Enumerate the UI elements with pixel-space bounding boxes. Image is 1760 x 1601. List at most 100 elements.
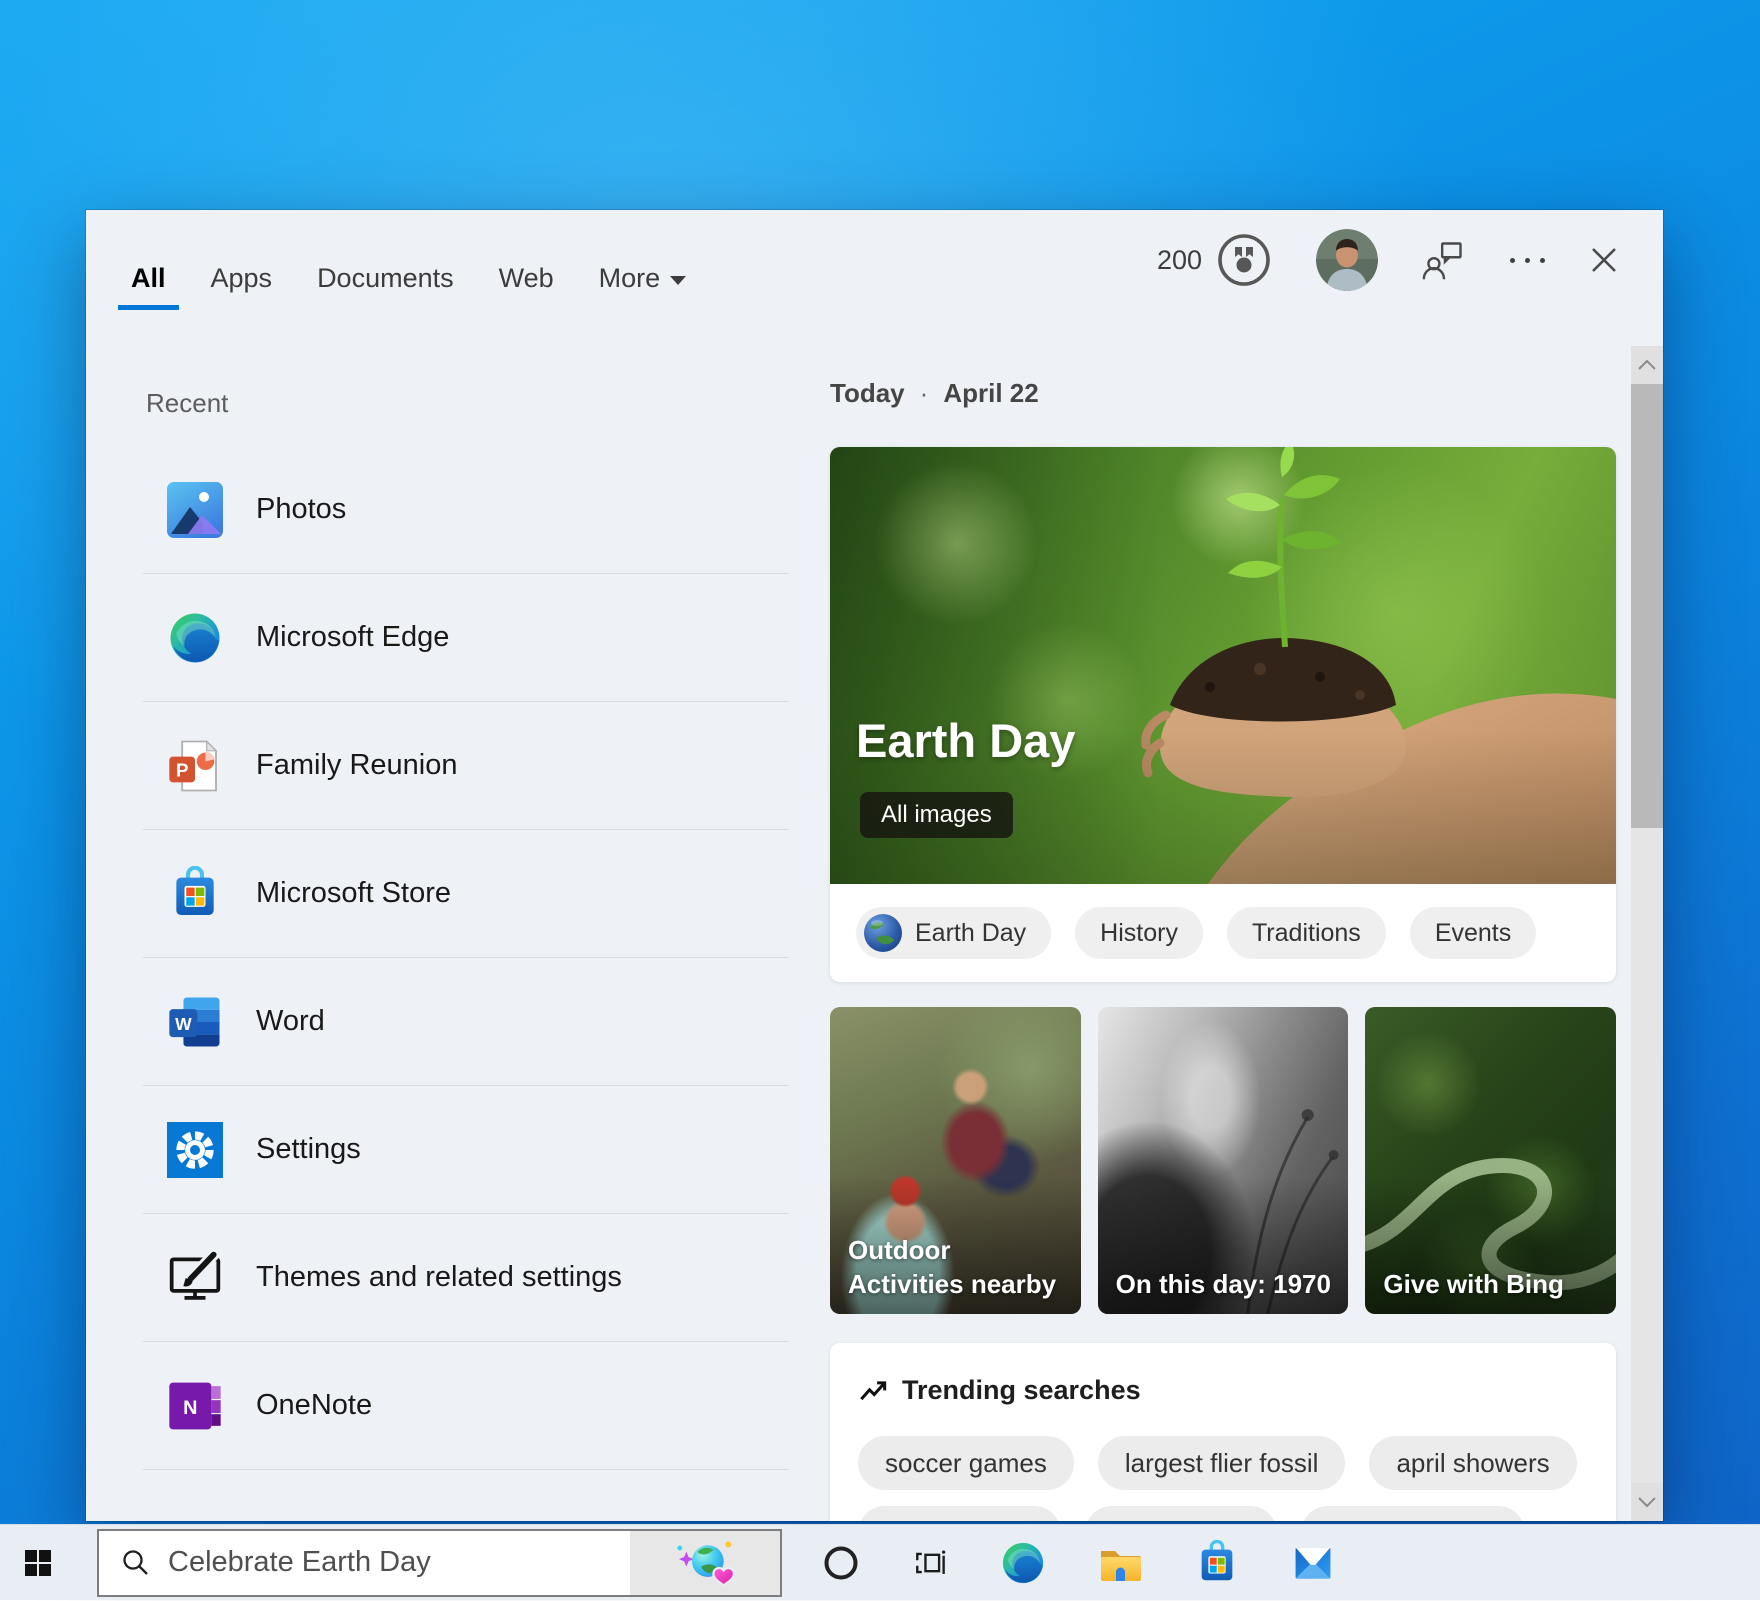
card-title: On this day: 1970 xyxy=(1116,1268,1335,1301)
chip-history[interactable]: History xyxy=(1075,907,1203,959)
all-images-button[interactable]: All images xyxy=(860,792,1013,838)
settings-gear-icon xyxy=(167,1122,223,1178)
earth-day-hero-image[interactable]: Earth Day All images xyxy=(830,447,1616,884)
globe-icon xyxy=(864,914,902,952)
chip-events[interactable]: Events xyxy=(1410,907,1536,959)
trending-pill[interactable]: earth day facts xyxy=(1301,1506,1526,1521)
feedback-icon[interactable] xyxy=(1422,238,1466,282)
cortana-icon xyxy=(822,1544,860,1582)
tab-web-label: Web xyxy=(499,263,554,294)
card-on-this-day[interactable]: On this day: 1970 xyxy=(1098,1007,1349,1314)
recent-item-settings[interactable]: Settings xyxy=(143,1086,788,1214)
taskbar: Celebrate Earth Day xyxy=(0,1524,1760,1600)
earth-day-hero-card[interactable]: Earth Day All images Earth Day History xyxy=(830,447,1616,982)
trending-header: Trending searches xyxy=(858,1375,1588,1406)
chevron-up-icon xyxy=(1637,359,1657,371)
trending-searches-card: Trending searches soccer games largest f… xyxy=(830,1343,1616,1521)
start-button[interactable] xyxy=(0,1525,76,1601)
recent-item-onenote[interactable]: N OneNote xyxy=(143,1342,788,1470)
card-title: Give with Bing xyxy=(1383,1268,1602,1301)
chip-label: Earth Day xyxy=(915,919,1026,948)
recent-item-microsoft-edge[interactable]: Microsoft Edge xyxy=(143,574,788,702)
chip-traditions[interactable]: Traditions xyxy=(1227,907,1386,959)
file-explorer-button[interactable] xyxy=(1096,1539,1144,1587)
store-taskbar-button[interactable] xyxy=(1194,1540,1240,1586)
chip-label: History xyxy=(1100,919,1178,948)
avatar-photo xyxy=(1316,229,1378,291)
recent-list: Photos Microsoft Edge P Family Reunion xyxy=(143,446,788,1470)
recent-title: Recent xyxy=(146,388,788,419)
recent-item-themes[interactable]: Themes and related settings xyxy=(143,1214,788,1342)
rewards-medal-icon xyxy=(1216,232,1272,288)
powerpoint-file-icon: P xyxy=(167,738,223,794)
windows-search-panel: All Apps Documents Web More 200 xyxy=(86,210,1663,1521)
recent-item-label: Word xyxy=(256,1005,325,1038)
edge-icon xyxy=(1000,1540,1046,1586)
tab-documents[interactable]: Documents xyxy=(317,263,454,310)
store-icon xyxy=(167,866,223,922)
themes-icon xyxy=(167,1250,223,1306)
story-cards-row: Outdoor Activities nearby On this day: 1… xyxy=(830,1007,1616,1314)
more-options-icon[interactable] xyxy=(1510,258,1545,263)
today-date: April 22 xyxy=(943,378,1038,409)
search-header: All Apps Documents Web More 200 xyxy=(86,210,1663,310)
scrollbar-thumb[interactable] xyxy=(1631,384,1663,828)
cortana-button[interactable] xyxy=(822,1544,860,1582)
search-box-illustration[interactable] xyxy=(630,1531,780,1595)
trending-pill-row: soccer games largest flier fossil april … xyxy=(858,1436,1588,1521)
recent-item-label: Photos xyxy=(256,493,346,526)
tab-documents-label: Documents xyxy=(317,263,454,294)
taskbar-icons xyxy=(822,1539,1336,1587)
task-view-icon xyxy=(910,1543,950,1583)
hero-chip-row: Earth Day History Traditions Events xyxy=(830,884,1616,982)
tab-apps-label: Apps xyxy=(211,263,273,294)
trending-title: Trending searches xyxy=(902,1375,1141,1406)
recent-section: Recent Photos Microsoft Edge xyxy=(143,388,788,1470)
vertical-scrollbar[interactable] xyxy=(1631,346,1663,1521)
today-label: Today xyxy=(830,378,905,409)
word-icon: W xyxy=(167,994,223,1050)
recent-item-label: Themes and related settings xyxy=(256,1261,622,1294)
edge-taskbar-button[interactable] xyxy=(1000,1540,1046,1586)
tab-web[interactable]: Web xyxy=(499,263,554,310)
chip-label: Traditions xyxy=(1252,919,1361,948)
scroll-up-button[interactable] xyxy=(1631,346,1663,384)
trending-pill[interactable]: soccer games xyxy=(858,1436,1074,1490)
search-suggestion-text: Celebrate Earth Day xyxy=(168,1546,630,1579)
recent-item-photos[interactable]: Photos xyxy=(143,446,788,574)
recent-item-microsoft-store[interactable]: Microsoft Store xyxy=(143,830,788,958)
trending-pill[interactable]: largest flier fossil xyxy=(1098,1436,1346,1490)
file-explorer-icon xyxy=(1096,1539,1144,1587)
taskbar-search-box[interactable]: Celebrate Earth Day xyxy=(97,1529,782,1597)
tab-more-label: More xyxy=(599,263,661,294)
header-actions: 200 xyxy=(1157,210,1619,310)
recent-item-family-reunion[interactable]: P Family Reunion xyxy=(143,702,788,830)
search-filter-tabs: All Apps Documents Web More xyxy=(131,263,686,310)
recent-item-label: Settings xyxy=(256,1133,361,1166)
card-give-with-bing[interactable]: Give with Bing xyxy=(1365,1007,1616,1314)
rewards-points: 200 xyxy=(1157,245,1202,276)
svg-text:W: W xyxy=(175,1014,192,1034)
trending-pill[interactable]: mother’s day xyxy=(858,1506,1061,1521)
chevron-down-icon xyxy=(1637,1496,1657,1508)
chip-earth-day[interactable]: Earth Day xyxy=(856,907,1051,959)
tab-all-label: All xyxy=(131,263,166,294)
tab-apps[interactable]: Apps xyxy=(211,263,273,310)
chevron-down-icon xyxy=(670,276,686,285)
rewards-button[interactable]: 200 xyxy=(1157,232,1272,288)
mail-button[interactable] xyxy=(1290,1541,1336,1585)
tab-all[interactable]: All xyxy=(131,263,166,310)
recent-item-word[interactable]: W Word xyxy=(143,958,788,1086)
recent-item-label: Family Reunion xyxy=(256,749,457,782)
close-icon[interactable] xyxy=(1589,245,1619,275)
scroll-down-button[interactable] xyxy=(1631,1483,1663,1521)
edge-icon xyxy=(167,610,223,666)
tab-more[interactable]: More xyxy=(599,263,687,310)
trending-pill[interactable]: flight delays xyxy=(1085,1506,1276,1521)
card-outdoor-activities[interactable]: Outdoor Activities nearby xyxy=(830,1007,1081,1314)
task-view-button[interactable] xyxy=(910,1543,950,1583)
user-avatar[interactable] xyxy=(1316,229,1378,291)
svg-text:N: N xyxy=(183,1397,197,1419)
photos-icon xyxy=(167,482,223,538)
trending-pill[interactable]: april showers xyxy=(1369,1436,1576,1490)
